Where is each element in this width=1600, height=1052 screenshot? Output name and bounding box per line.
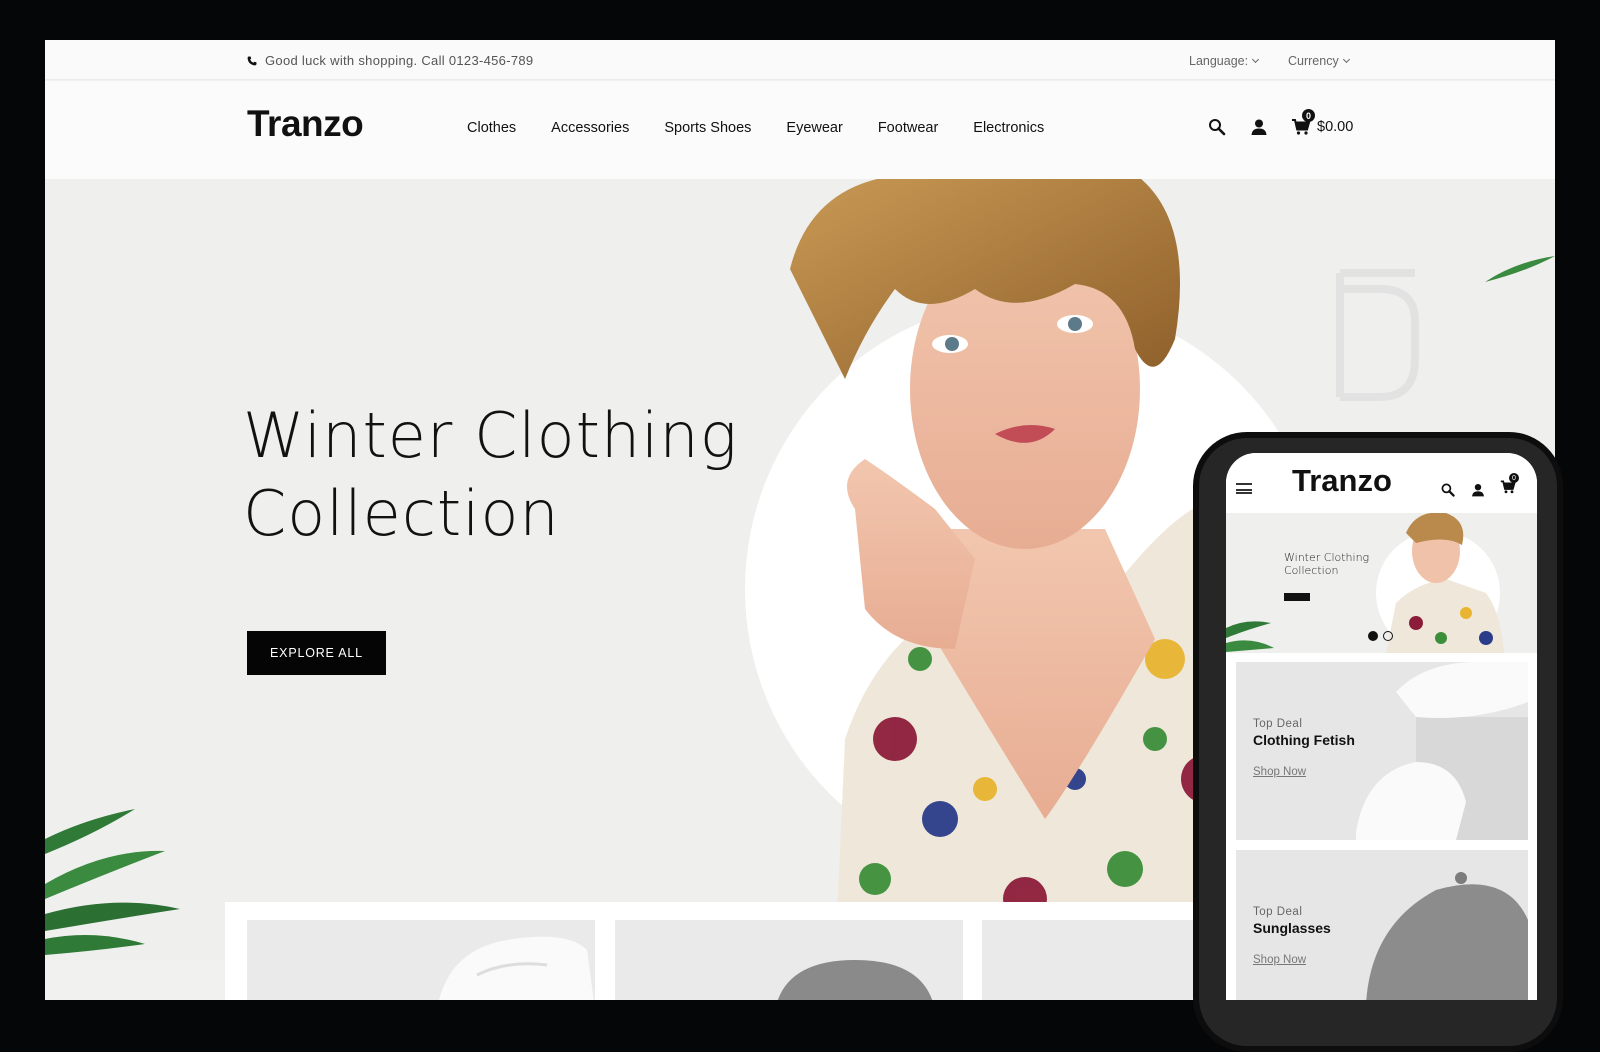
top-bar: Good luck with shopping. Call 0123-456-7… [45, 40, 1555, 80]
mobile-hero-title-line1: Winter Clothing [1284, 551, 1370, 564]
phone-screen: Tranzo 0 Winter Clothing Collection Top … [1226, 453, 1537, 1000]
mobile-cart-count-badge: 0 [1509, 473, 1519, 483]
chevron-down-icon [1342, 55, 1350, 64]
mobile-hero-title: Winter Clothing Collection [1284, 551, 1369, 577]
mobile-explore-button[interactable] [1284, 593, 1310, 601]
hero-decor-letter [1336, 269, 1419, 401]
nav-item-sports-shoes[interactable]: Sports Shoes [664, 120, 751, 136]
leaf-image [1485, 256, 1555, 282]
hero-title: Winter Clothing Collection [243, 397, 738, 553]
user-icon[interactable] [1249, 117, 1269, 137]
hero-title-line2: Collection [243, 477, 560, 550]
deal-label: Top Deal [1253, 906, 1303, 918]
header-actions: 0 $0.00 [1207, 109, 1354, 137]
nav-item-electronics[interactable]: Electronics [973, 120, 1044, 136]
leaf-image [1226, 621, 1274, 652]
cap-image [777, 960, 933, 1000]
mobile-hero-banner: Winter Clothing Collection [1226, 513, 1537, 653]
search-icon[interactable] [1207, 117, 1227, 137]
currency-selector[interactable]: Currency [1288, 54, 1350, 68]
currency-label: Currency [1288, 54, 1339, 68]
mobile-header: Tranzo 0 [1226, 453, 1537, 511]
deal-name: Sunglasses [1253, 920, 1331, 936]
plant-leaves-image [45, 809, 180, 955]
phone-icon [247, 56, 257, 65]
top-bar-contact: Good luck with shopping. Call 0123-456-7… [247, 53, 533, 68]
deal-name: Clothing Fetish [1253, 732, 1355, 748]
menu-icon[interactable] [1236, 483, 1252, 494]
site-logo[interactable]: Tranzo [247, 103, 364, 145]
nav-item-clothes[interactable]: Clothes [467, 120, 516, 136]
mobile-hero-title-line2: Collection [1284, 564, 1339, 577]
sneakers-image [1356, 662, 1528, 840]
deal-card-sunglasses[interactable]: Top Deal Sunglasses Shop Now [1236, 850, 1528, 1000]
mobile-cart-button[interactable]: 0 [1500, 473, 1519, 500]
language-label: Language: [1189, 54, 1249, 68]
mobile-header-actions: 0 [1440, 473, 1519, 500]
chevron-down-icon [1252, 55, 1260, 64]
carousel-dots [1368, 631, 1393, 641]
nav-item-footwear[interactable]: Footwear [878, 120, 938, 136]
shop-now-link[interactable]: Shop Now [1253, 766, 1306, 778]
top-bar-message: Good luck with shopping. Call 0123-456-7… [265, 53, 534, 68]
carousel-dot-1[interactable] [1368, 631, 1378, 641]
main-nav: Clothes Accessories Sports Shoes Eyewear… [467, 120, 1044, 136]
search-icon[interactable] [1440, 482, 1456, 498]
hero-title-line1: Winter Clothing [243, 399, 738, 472]
user-icon[interactable] [1470, 482, 1486, 498]
sneaker-image [439, 936, 594, 1000]
cart-total: $0.00 [1317, 119, 1354, 135]
mobile-logo[interactable]: Tranzo [1292, 463, 1392, 499]
site-header: Tranzo Clothes Accessories Sports Shoes … [45, 81, 1555, 179]
deal-card-clothing-fetish[interactable]: Top Deal Clothing Fetish Shop Now [1236, 662, 1528, 840]
language-selector[interactable]: Language: [1189, 54, 1260, 68]
featured-card-shoes[interactable] [247, 920, 595, 1000]
explore-all-button[interactable]: EXPLORE ALL [247, 631, 386, 675]
nav-item-accessories[interactable]: Accessories [551, 120, 629, 136]
mobile-model-photo [1386, 513, 1504, 653]
cart-button[interactable]: 0 $0.00 [1291, 109, 1354, 137]
carousel-dot-2[interactable] [1383, 631, 1393, 641]
featured-card-caps[interactable] [615, 920, 963, 1000]
shop-now-link[interactable]: Shop Now [1253, 954, 1306, 966]
nav-item-eyewear[interactable]: Eyewear [786, 120, 842, 136]
cart-count-badge: 0 [1302, 109, 1315, 122]
deal-label: Top Deal [1253, 718, 1303, 730]
cap-image [1366, 872, 1528, 1000]
